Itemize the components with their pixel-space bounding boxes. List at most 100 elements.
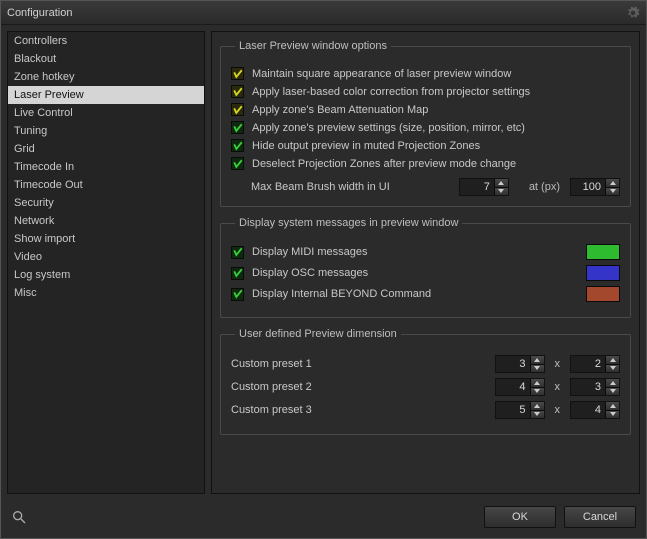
sidebar-item[interactable]: Laser Preview <box>8 86 204 104</box>
spin-down-icon[interactable] <box>606 411 619 419</box>
sidebar-item[interactable]: Misc <box>8 284 204 302</box>
max-beam-px-spinner[interactable] <box>570 178 620 196</box>
preset-height-spinner[interactable] <box>570 378 620 396</box>
titlebar: Configuration <box>1 1 646 25</box>
max-beam-value[interactable] <box>460 179 494 195</box>
gear-icon[interactable] <box>626 6 640 20</box>
checkbox[interactable] <box>231 139 244 152</box>
option-row: Deselect Projection Zones after preview … <box>231 157 620 170</box>
x-separator: x <box>555 404 561 416</box>
preset-row: Custom preset 1 x <box>231 355 620 373</box>
message-row: Display OSC messages <box>231 265 620 281</box>
sidebar-item[interactable]: Timecode In <box>8 158 204 176</box>
max-beam-label: Max Beam Brush width in UI <box>251 181 390 193</box>
spin-down-icon[interactable] <box>531 388 544 396</box>
max-beam-spinner[interactable] <box>459 178 509 196</box>
checkbox[interactable] <box>231 67 244 80</box>
message-label: Display OSC messages <box>252 267 368 279</box>
sidebar-item[interactable]: Timecode Out <box>8 176 204 194</box>
spin-up-icon[interactable] <box>495 179 508 188</box>
checkbox[interactable] <box>231 246 244 259</box>
option-row: Maintain square appearance of laser prev… <box>231 67 620 80</box>
sidebar-item[interactable]: Grid <box>8 140 204 158</box>
sidebar-item[interactable]: Security <box>8 194 204 212</box>
checkbox[interactable] <box>231 288 244 301</box>
max-beam-px-value[interactable] <box>571 179 605 195</box>
sidebar[interactable]: ControllersBlackoutZone hotkeyLaser Prev… <box>7 31 205 494</box>
preset-width-spinner[interactable] <box>495 401 545 419</box>
checkbox[interactable] <box>231 103 244 116</box>
group-legend: User defined Preview dimension <box>235 328 401 340</box>
color-swatch[interactable] <box>586 286 620 302</box>
color-swatch[interactable] <box>586 244 620 260</box>
preset-height-spinner[interactable] <box>570 355 620 373</box>
sidebar-item[interactable]: Controllers <box>8 32 204 50</box>
group-laser-preview: Laser Preview window options Maintain sq… <box>220 40 631 207</box>
cancel-button[interactable]: Cancel <box>564 506 636 528</box>
option-label: Deselect Projection Zones after preview … <box>252 158 516 170</box>
option-row: Apply zone's preview settings (size, pos… <box>231 121 620 134</box>
window-title: Configuration <box>7 7 72 19</box>
preset-width-spinner[interactable] <box>495 355 545 373</box>
spin-down-icon[interactable] <box>531 411 544 419</box>
x-separator: x <box>555 358 561 370</box>
spin-up-icon[interactable] <box>531 356 544 365</box>
ok-button[interactable]: OK <box>484 506 556 528</box>
option-row: Apply zone's Beam Attenuation Map <box>231 103 620 116</box>
option-label: Apply zone's preview settings (size, pos… <box>252 122 525 134</box>
preset-height-spinner[interactable] <box>570 401 620 419</box>
max-beam-row: Max Beam Brush width in UI at (px) <box>231 178 620 196</box>
option-label: Apply zone's Beam Attenuation Map <box>252 104 428 116</box>
config-window: Configuration ControllersBlackoutZone ho… <box>0 0 647 539</box>
group-display-messages: Display system messages in preview windo… <box>220 217 631 318</box>
preset-height-spinner-value[interactable] <box>571 402 605 418</box>
spin-up-icon[interactable] <box>606 179 619 188</box>
sidebar-item[interactable]: Zone hotkey <box>8 68 204 86</box>
sidebar-item[interactable]: Live Control <box>8 104 204 122</box>
sidebar-item[interactable]: Tuning <box>8 122 204 140</box>
spin-down-icon[interactable] <box>531 365 544 373</box>
spin-up-icon[interactable] <box>606 356 619 365</box>
preset-height-spinner-value[interactable] <box>571 379 605 395</box>
sidebar-item[interactable]: Video <box>8 248 204 266</box>
at-px-label: at (px) <box>529 181 560 193</box>
sidebar-item[interactable]: Blackout <box>8 50 204 68</box>
spin-down-icon[interactable] <box>606 388 619 396</box>
preset-label: Custom preset 1 <box>231 358 485 370</box>
message-row: Display MIDI messages <box>231 244 620 260</box>
option-label: Maintain square appearance of laser prev… <box>252 68 511 80</box>
preset-row: Custom preset 2x <box>231 378 620 396</box>
spin-up-icon[interactable] <box>606 379 619 388</box>
group-legend: Display system messages in preview windo… <box>235 217 462 229</box>
message-label: Display MIDI messages <box>252 246 368 258</box>
spin-down-icon[interactable] <box>606 365 619 373</box>
preset-width-spinner-value[interactable] <box>496 379 530 395</box>
message-label: Display Internal BEYOND Command <box>252 288 431 300</box>
preset-width-spinner[interactable] <box>495 378 545 396</box>
group-user-defined-dimension: User defined Preview dimension Custom pr… <box>220 328 631 435</box>
group-legend: Laser Preview window options <box>235 40 391 52</box>
footer: OK Cancel <box>1 500 646 538</box>
preset-width-spinner-value[interactable] <box>496 402 530 418</box>
option-label: Apply laser-based color correction from … <box>252 86 530 98</box>
color-swatch[interactable] <box>586 265 620 281</box>
preset-height-spinner-value[interactable] <box>571 356 605 372</box>
checkbox[interactable] <box>231 157 244 170</box>
preset-label: Custom preset 3 <box>231 404 485 416</box>
spin-up-icon[interactable] <box>531 379 544 388</box>
spin-up-icon[interactable] <box>606 402 619 411</box>
spin-down-icon[interactable] <box>606 188 619 196</box>
preset-row: Custom preset 3 x <box>231 401 620 419</box>
spin-down-icon[interactable] <box>495 188 508 196</box>
spin-up-icon[interactable] <box>531 402 544 411</box>
checkbox[interactable] <box>231 121 244 134</box>
sidebar-item[interactable]: Show import <box>8 230 204 248</box>
preset-width-spinner-value[interactable] <box>496 356 530 372</box>
sidebar-item[interactable]: Network <box>8 212 204 230</box>
checkbox[interactable] <box>231 85 244 98</box>
sidebar-item[interactable]: Log system <box>8 266 204 284</box>
option-row: Apply laser-based color correction from … <box>231 85 620 98</box>
checkbox[interactable] <box>231 267 244 280</box>
preset-label: Custom preset 2 <box>231 381 485 393</box>
search-icon[interactable] <box>11 509 27 525</box>
